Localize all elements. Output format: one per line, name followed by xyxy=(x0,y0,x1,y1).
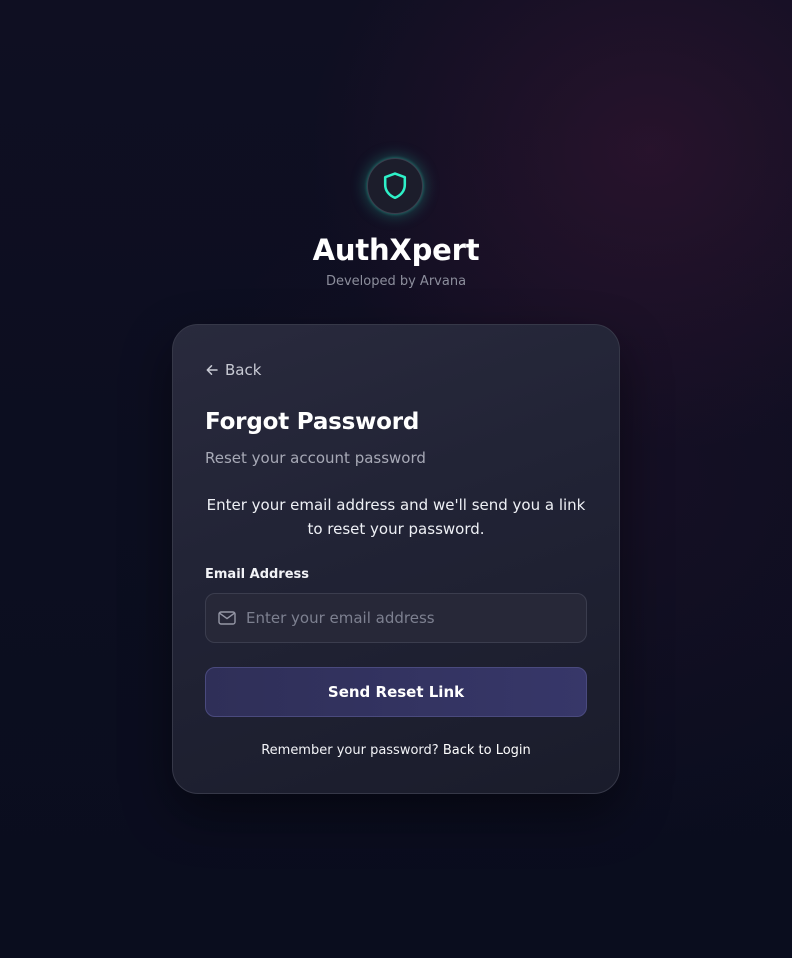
mail-icon xyxy=(218,611,236,625)
brand-name: AuthXpert xyxy=(312,233,480,267)
forgot-password-card: Back Forgot Password Reset your account … xyxy=(172,324,620,794)
back-button[interactable]: Back xyxy=(205,359,261,381)
brand-logo xyxy=(367,158,423,214)
email-field[interactable] xyxy=(205,593,587,643)
instructions-text: Enter your email address and we'll send … xyxy=(206,496,586,538)
email-input[interactable] xyxy=(246,594,586,642)
page-title: Forgot Password xyxy=(205,409,420,435)
send-reset-link-button[interactable]: Send Reset Link xyxy=(205,667,587,717)
email-label: Email Address xyxy=(205,567,310,582)
login-prompt: Remember your password? Back to Login xyxy=(205,741,587,761)
arrow-left-icon xyxy=(205,363,219,377)
page-subtitle: Reset your account password xyxy=(205,449,426,467)
back-label: Back xyxy=(225,361,262,379)
login-prompt-text: Remember your password? xyxy=(261,743,439,758)
brand-tagline: Developed by Arvana xyxy=(325,274,467,289)
shield-icon xyxy=(383,172,407,200)
back-to-login-link[interactable]: Back to Login xyxy=(443,743,531,758)
